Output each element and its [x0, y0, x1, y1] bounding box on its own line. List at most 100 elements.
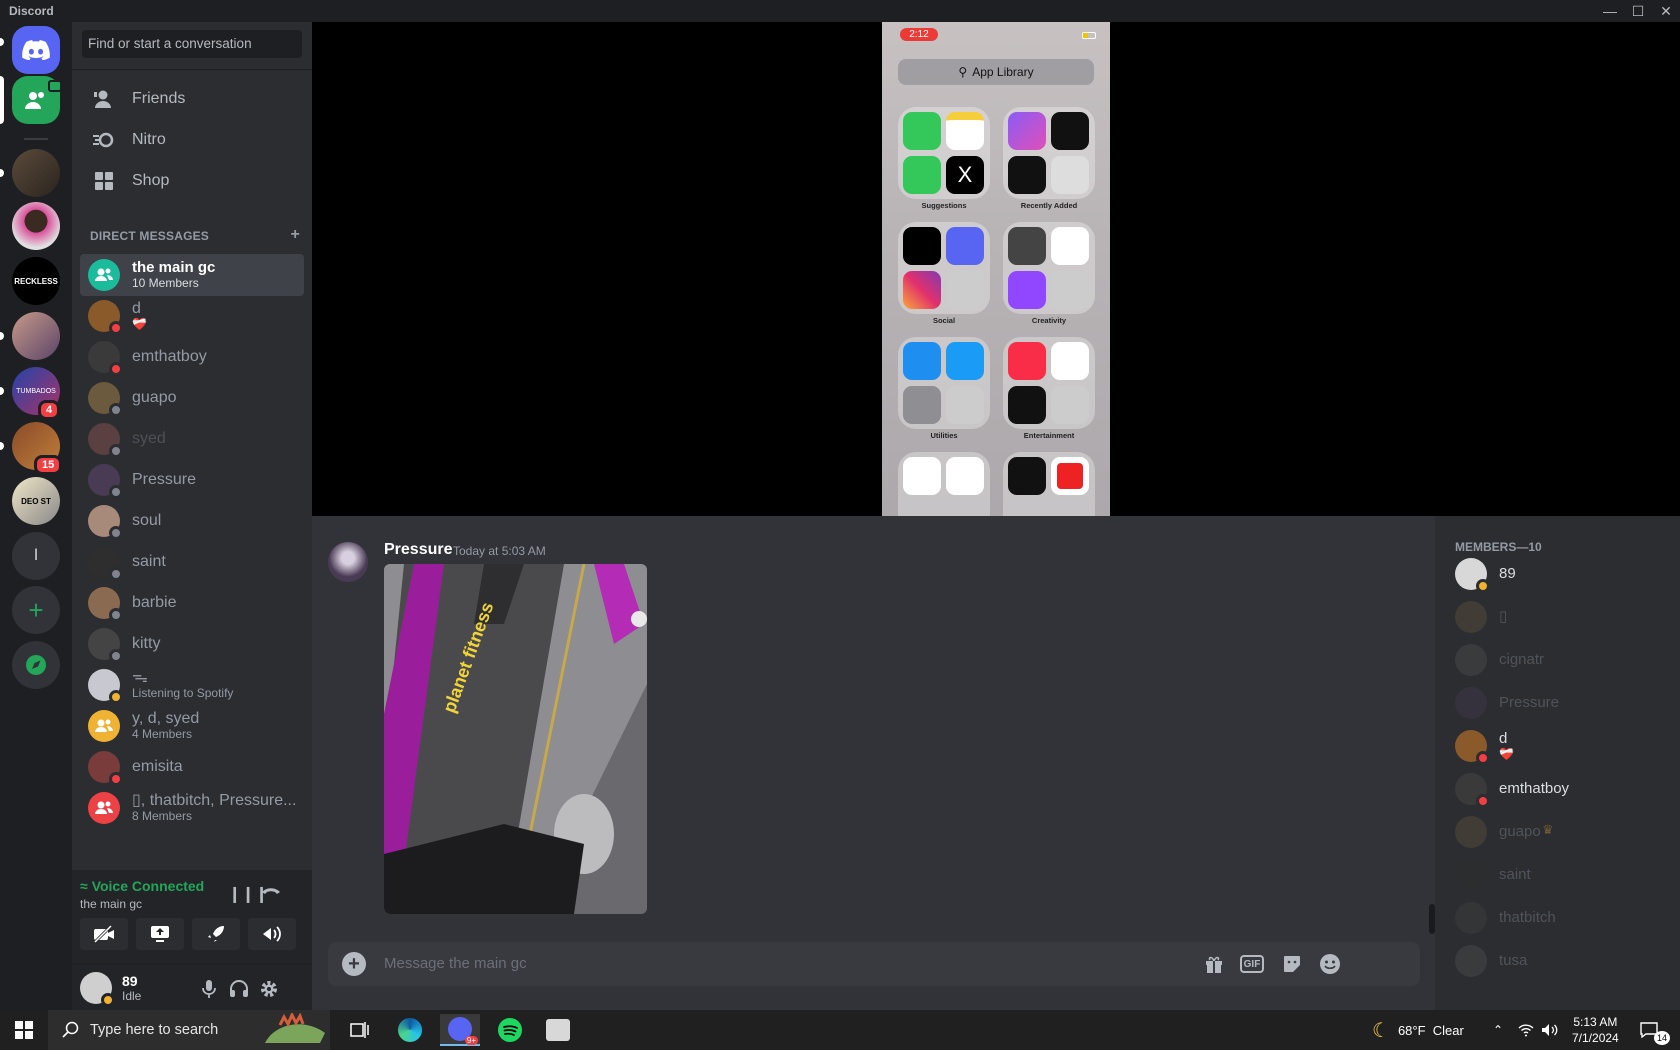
server-icon-l[interactable]: l	[12, 532, 60, 580]
member-item[interactable]: ♛ guapo	[1455, 814, 1554, 850]
emoji-button[interactable]	[1318, 953, 1342, 975]
volume-icon[interactable]	[1541, 1010, 1559, 1050]
voice-connected-label[interactable]: ≈ Voice Connected	[80, 878, 204, 894]
app-taskbar-icon[interactable]	[538, 1014, 578, 1046]
message-author-avatar[interactable]	[328, 542, 368, 582]
dm-item[interactable]: saint	[80, 541, 304, 583]
member-item[interactable]: thatbitch	[1455, 900, 1556, 936]
dm-item-subtext: Listening to Spotify	[132, 686, 234, 701]
unread-badge: 15	[34, 455, 63, 475]
doordash-app-icon	[1051, 457, 1089, 495]
message-author[interactable]: Pressure	[384, 541, 453, 559]
explore-servers-button[interactable]	[12, 641, 60, 689]
server-icon-reckless[interactable]: RECKLESS	[12, 257, 60, 305]
create-dm-button[interactable]: +	[290, 227, 300, 243]
nav-friends[interactable]: Friends	[80, 78, 304, 120]
member-item[interactable]: ▯	[1455, 599, 1507, 635]
dm-item[interactable]: emthatboy	[80, 336, 304, 378]
server-icon[interactable]	[12, 312, 60, 360]
server-list: RECKLESS TUMBADOS 4 15 DEO ST l +	[0, 22, 72, 1010]
server-icon[interactable]	[12, 202, 60, 250]
unread-pill	[0, 38, 4, 46]
dm-item[interactable]: emisita	[80, 746, 304, 788]
member-item[interactable]: emthatboy	[1455, 771, 1569, 808]
discord-home-button[interactable]	[12, 26, 60, 74]
taskbar-search[interactable]: Type here to search	[48, 1010, 330, 1050]
dm-item-name: kitty	[132, 634, 161, 652]
voice-channel-label[interactable]: the main gc	[80, 897, 204, 911]
task-view-button[interactable]	[340, 1014, 380, 1046]
stream-viewer[interactable]: 2:12 ⚲ App Library X Suggestions Recently…	[312, 22, 1680, 516]
headphones-button[interactable]	[228, 978, 250, 1000]
server-icon-video[interactable]: DEO ST	[12, 477, 60, 525]
member-item[interactable]: tusa	[1455, 943, 1527, 979]
dm-item[interactable]: ᯓ Listening to Spotify	[80, 664, 304, 706]
clock[interactable]: 5:13 AM 7/1/2024	[1572, 1010, 1619, 1050]
dm-item[interactable]: soul	[80, 500, 304, 542]
member-item[interactable]: 89	[1455, 556, 1516, 593]
weather-widget[interactable]: ☾ 68°F Clear	[1372, 1010, 1464, 1050]
network-icon[interactable]	[1518, 1010, 1534, 1050]
capcut-app-icon	[1051, 227, 1089, 265]
member-item[interactable]: cignatr	[1455, 642, 1544, 678]
edge-taskbar-icon[interactable]	[390, 1014, 430, 1046]
server-icon[interactable]	[12, 149, 60, 197]
message-composer[interactable]: + Message the main gc GIF	[328, 942, 1420, 986]
gif-button[interactable]: GIF	[1240, 955, 1264, 973]
member-name: d	[1499, 730, 1508, 748]
add-attachment-button[interactable]: +	[342, 952, 366, 976]
activities-button[interactable]	[192, 918, 240, 950]
member-item[interactable]: saint	[1455, 857, 1531, 893]
user-avatar[interactable]	[80, 971, 115, 1007]
dm-item[interactable]: y, d, syed 4 Members	[80, 705, 304, 747]
notes-app-icon	[946, 112, 984, 150]
gift-button[interactable]	[1202, 953, 1226, 975]
member-item[interactable]: Pressure	[1455, 685, 1559, 721]
start-button[interactable]	[4, 1014, 44, 1046]
sticker-button[interactable]	[1280, 953, 1304, 975]
dm-item[interactable]: syed	[80, 418, 304, 460]
status-indicator	[109, 485, 123, 499]
nav-nitro[interactable]: Nitro	[80, 119, 304, 161]
find-conversation-input[interactable]: Find or start a conversation	[82, 30, 302, 58]
member-avatar	[1455, 730, 1490, 765]
dm-item[interactable]: ▯, thatbitch, Pressure... 8 Members	[80, 787, 304, 829]
dm-item[interactable]: Pressure	[80, 459, 304, 501]
disconnect-icon[interactable]	[260, 880, 282, 905]
add-server-button[interactable]: +	[12, 586, 60, 634]
close-button[interactable]: ✕	[1652, 0, 1680, 22]
screen-share-button[interactable]	[136, 918, 184, 950]
user-avatar	[88, 587, 123, 622]
maximize-button[interactable]: ☐	[1624, 0, 1652, 22]
user-avatar	[88, 505, 123, 540]
soundboard-button[interactable]	[248, 918, 296, 950]
dm-item-name: ▯, thatbitch, Pressure...	[132, 791, 297, 809]
member-avatar	[1455, 687, 1487, 719]
gear-icon	[261, 981, 277, 997]
spotify-taskbar-icon[interactable]	[490, 1014, 530, 1046]
dm-item[interactable]: guapo	[80, 377, 304, 419]
compass-icon	[26, 655, 46, 675]
dm-item[interactable]: the main gc 10 Members	[80, 254, 304, 296]
notifications-button[interactable]: 14	[1640, 1010, 1670, 1050]
rocket-icon	[208, 926, 224, 942]
window-titlebar: Discord — ☐ ✕	[0, 0, 1680, 22]
message-input[interactable]: Message the main gc	[384, 955, 527, 972]
discord-taskbar-icon[interactable]: 9+	[440, 1014, 480, 1046]
status-indicator	[1476, 751, 1490, 765]
microphone-button[interactable]	[198, 978, 220, 1000]
tray-overflow-chevron-icon[interactable]: ⌃	[1493, 1010, 1503, 1050]
minimize-button[interactable]: —	[1596, 0, 1624, 22]
app-icon	[946, 271, 984, 309]
dm-item[interactable]: barbie	[80, 582, 304, 624]
user-panel: 89 Idle	[72, 965, 312, 1010]
nav-shop[interactable]: Shop	[80, 160, 304, 202]
settings-button[interactable]	[258, 978, 280, 1000]
members-header: MEMBERS—10	[1455, 540, 1542, 554]
dm-item[interactable]: kitty	[80, 623, 304, 665]
member-item[interactable]: d ❤️‍🩹	[1455, 728, 1514, 765]
dm-item[interactable]: d ❤️‍🩹	[80, 295, 304, 337]
message-image-attachment[interactable]: planet fitness	[384, 564, 647, 914]
camera-off-button[interactable]	[80, 918, 128, 950]
crown-icon: ♛	[1542, 822, 1554, 837]
